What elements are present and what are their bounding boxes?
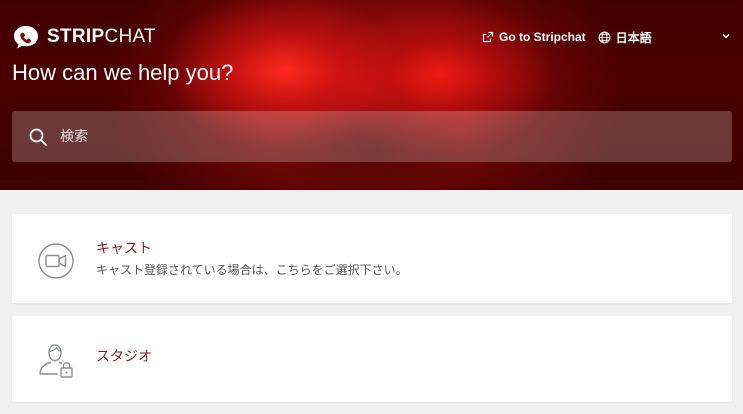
chat-bubble-logo-icon bbox=[14, 26, 38, 49]
search-bar[interactable] bbox=[12, 111, 732, 162]
person-lock-icon bbox=[39, 344, 73, 378]
header-links: Go to Stripchat 日本語 bbox=[482, 28, 652, 46]
go-to-stripchat-link[interactable]: Go to Stripchat bbox=[482, 30, 586, 44]
video-camera-icon bbox=[38, 243, 74, 279]
brand-name-light: CHAT bbox=[104, 26, 156, 47]
page-headline: How can we help you? bbox=[12, 60, 234, 85]
category-card-cast[interactable]: キャスト キャスト登録されている場合は、こちらをご選択下さい。 bbox=[12, 214, 732, 303]
go-to-stripchat-label: Go to Stripchat bbox=[499, 30, 586, 44]
search-icon bbox=[29, 128, 47, 146]
search-input[interactable] bbox=[60, 111, 732, 162]
hero-banner: STRIPCHAT Go to Stripchat 日本語 How can we… bbox=[0, 0, 743, 190]
language-selector[interactable]: 日本語 bbox=[598, 29, 652, 46]
brand-logo-link[interactable]: STRIPCHAT bbox=[12, 24, 156, 50]
brand-wordmark: STRIPCHAT bbox=[47, 26, 156, 48]
brand-name-strong: STRIP bbox=[47, 26, 105, 47]
category-description: キャスト登録されている場合は、こちらをご選択下さい。 bbox=[96, 263, 408, 277]
external-link-icon bbox=[482, 31, 494, 43]
category-title: キャスト bbox=[96, 241, 152, 257]
category-title: スタジオ bbox=[96, 349, 152, 365]
category-card-studio[interactable]: スタジオ bbox=[12, 316, 732, 402]
chevron-down-icon[interactable] bbox=[720, 30, 732, 42]
language-label: 日本語 bbox=[615, 30, 652, 45]
globe-icon bbox=[598, 31, 611, 43]
